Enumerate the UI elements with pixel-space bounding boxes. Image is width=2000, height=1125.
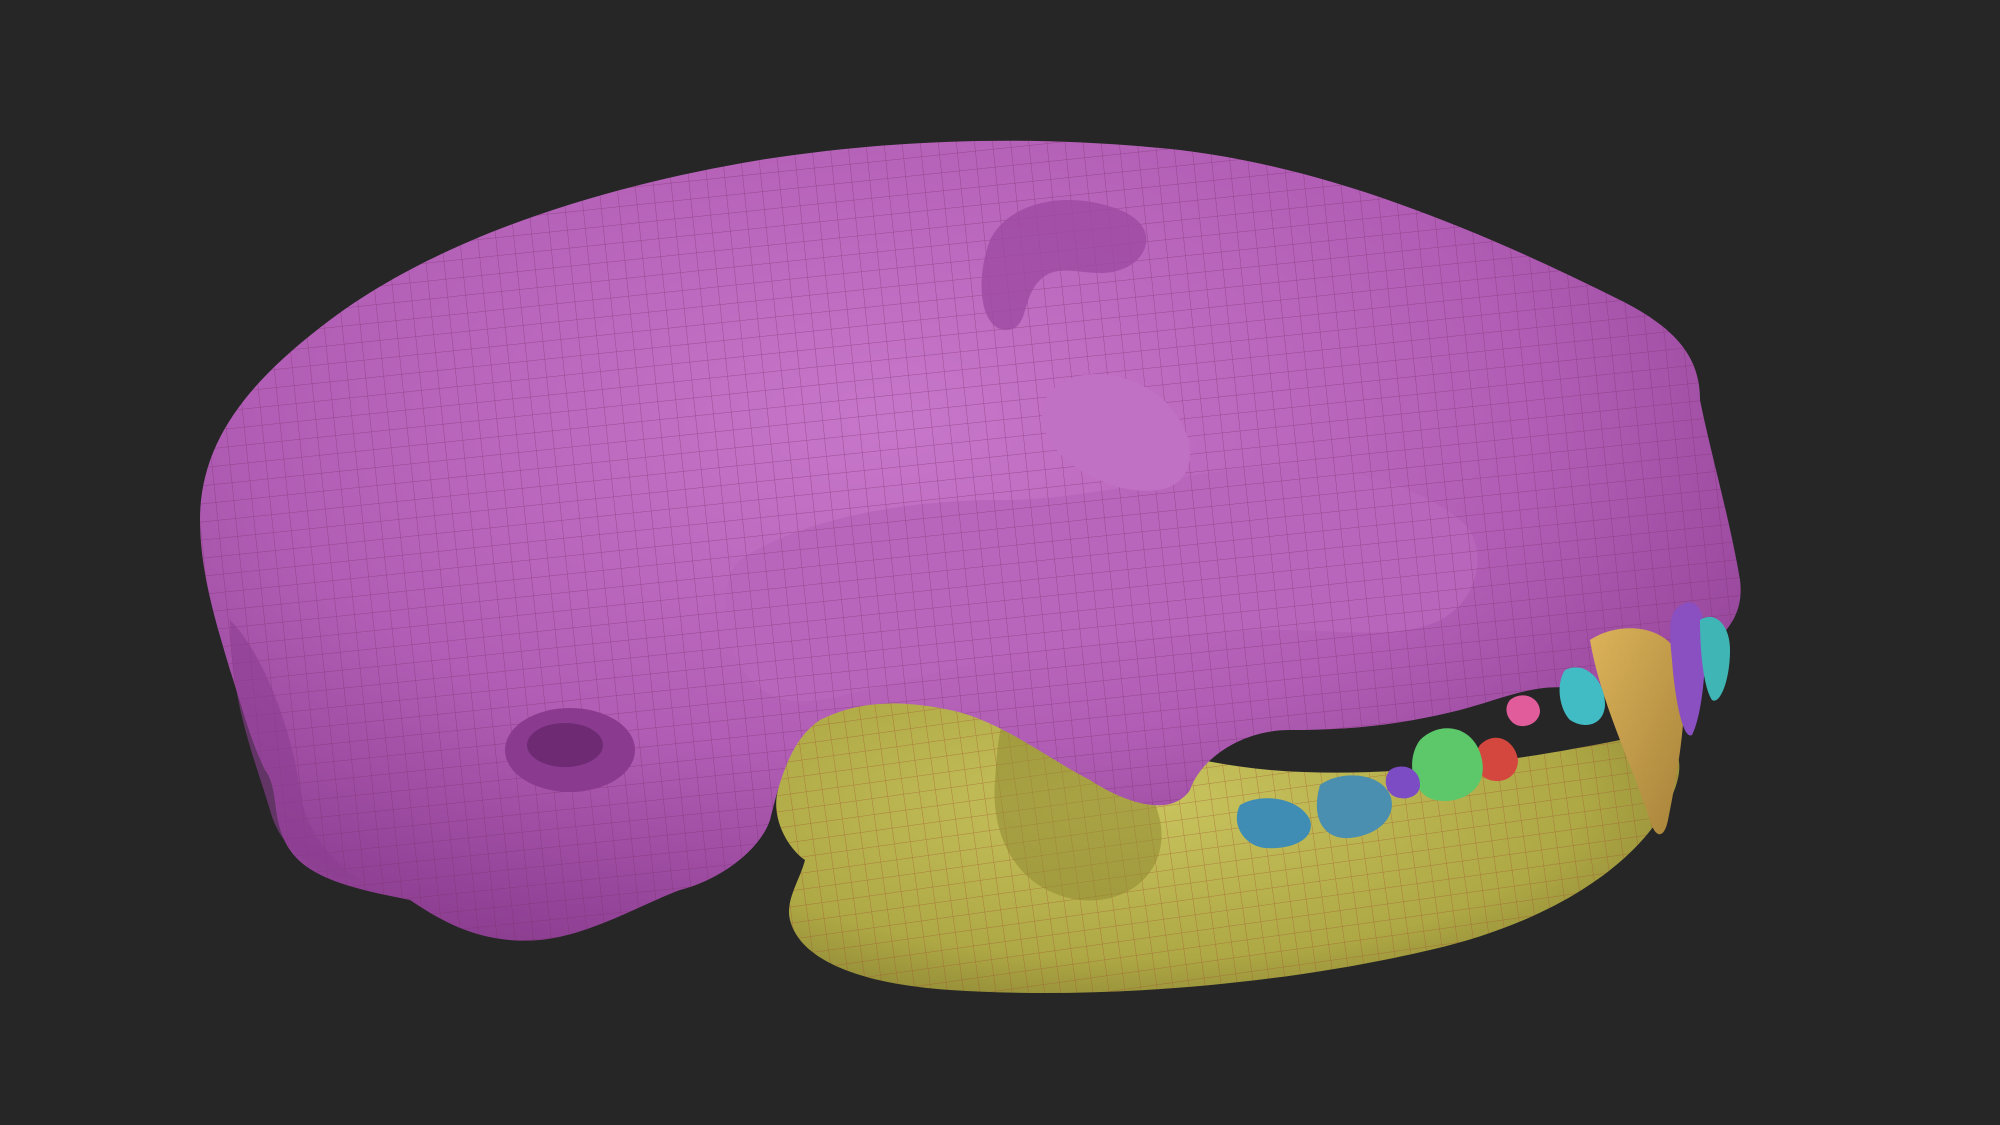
viewport-3d[interactable] [0,0,2000,1125]
skull-model-render[interactable] [0,0,2000,1125]
incisor-tooth[interactable] [1700,616,1730,701]
premolar-tooth[interactable] [1412,728,1483,801]
premolar-tooth[interactable] [1506,695,1540,727]
